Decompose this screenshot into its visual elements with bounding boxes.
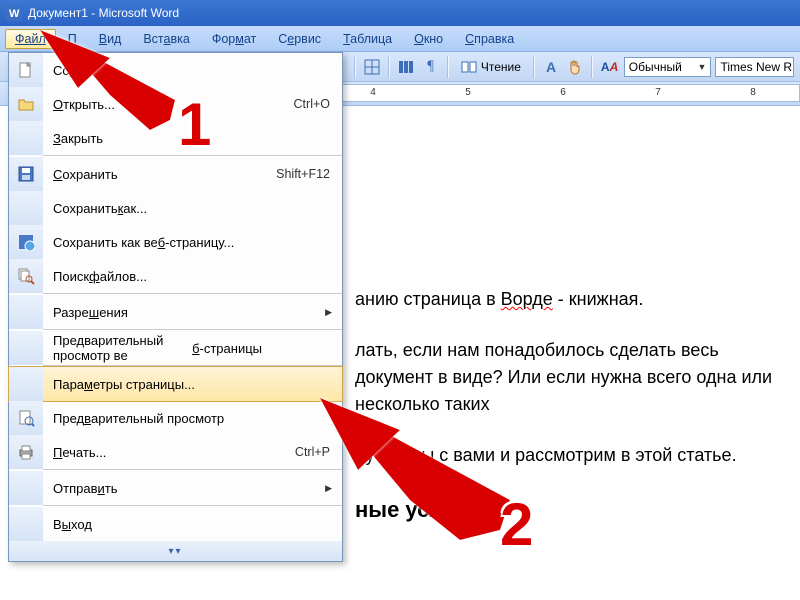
toolbar-separator xyxy=(591,56,593,78)
menu-item-send[interactable]: Отправить xyxy=(9,471,342,505)
doc-paragraph: лучаи мы с вами и рассмотрим в этой стат… xyxy=(355,442,780,469)
save-icon xyxy=(17,165,35,183)
reading-layout-button[interactable]: Чтение xyxy=(455,56,527,78)
print-icon xyxy=(17,443,35,461)
menu-view[interactable]: Вид xyxy=(89,29,132,49)
font-value: Times New R xyxy=(720,60,792,74)
paragraph-icon[interactable]: ¶ xyxy=(421,56,441,78)
doc-heading: ные условия xyxy=(355,493,780,526)
menu-window[interactable]: Окно xyxy=(404,29,453,49)
doc-paragraph: анию страница в Ворде - книжная. xyxy=(355,286,780,313)
title-bar: W Документ1 - Microsoft Word xyxy=(0,0,800,26)
columns-icon[interactable] xyxy=(396,56,416,78)
menu-item-web-preview[interactable]: Предварительный просмотр веб-страницы xyxy=(9,331,342,365)
read-label: Чтение xyxy=(481,60,521,74)
horizontal-ruler[interactable]: 4 5 6 7 8 xyxy=(342,84,800,102)
open-folder-icon xyxy=(17,95,35,113)
menu-item-save-as[interactable]: Сохранить как... xyxy=(9,191,342,225)
annotation-number-2: 2 xyxy=(500,490,533,559)
toolbar-separator xyxy=(533,56,535,78)
ruler-number: 8 xyxy=(750,87,756,98)
menu-item-print-preview[interactable]: Предварительный просмотр xyxy=(9,401,342,435)
ruler-number: 5 xyxy=(465,87,471,98)
word-app-icon: W xyxy=(6,5,22,21)
menu-help[interactable]: Справка xyxy=(455,29,524,49)
hand-icon[interactable] xyxy=(565,56,585,78)
print-preview-icon xyxy=(17,409,35,427)
menu-insert[interactable]: Вставка xyxy=(133,29,199,49)
menu-item-permissions[interactable]: Разрешения xyxy=(9,295,342,329)
toolbar-separator xyxy=(447,56,449,78)
menu-item-open[interactable]: Открыть... Ctrl+O xyxy=(9,87,342,121)
menu-item-close[interactable]: Закрыть xyxy=(9,121,342,155)
annotation-number-1: 1 xyxy=(178,90,211,159)
style-selector[interactable]: Обычный ▼ xyxy=(624,57,712,77)
menu-item-page-setup[interactable]: Параметры страницы... xyxy=(9,367,342,401)
style-aa-icon[interactable]: AA xyxy=(599,56,619,78)
style-value: Обычный xyxy=(629,60,682,74)
menu-expand-chevron[interactable]: ▾▾ xyxy=(9,541,342,561)
menu-bar: Файл П Вид Вставка Формат Сервис Таблица… xyxy=(0,26,800,52)
chevron-down-icon: ▼ xyxy=(698,62,707,72)
tables-borders-icon[interactable] xyxy=(362,56,382,78)
new-doc-icon xyxy=(17,61,35,79)
svg-text:W: W xyxy=(9,8,20,20)
menu-item[interactable]: П xyxy=(58,29,87,49)
menu-item-print[interactable]: Печать... Ctrl+P xyxy=(9,435,342,469)
menu-item-save-as-web[interactable]: Сохранить как веб-страницу... xyxy=(9,225,342,259)
window-title: Документ1 - Microsoft Word xyxy=(28,6,179,20)
ruler-number: 7 xyxy=(655,87,661,98)
menu-item-create[interactable]: Соз xyxy=(9,53,342,87)
search-files-icon xyxy=(17,267,35,285)
menu-item-save[interactable]: Сохранить Shift+F12 xyxy=(9,157,342,191)
doc-paragraph: лать, если нам понадобилось сделать весь… xyxy=(355,337,780,418)
menu-service[interactable]: Сервис xyxy=(268,29,331,49)
menu-table[interactable]: Таблица xyxy=(333,29,402,49)
ruler-number: 4 xyxy=(370,87,376,98)
toolbar-separator xyxy=(354,56,356,78)
font-selector[interactable]: Times New R xyxy=(715,57,794,77)
char-format-a-icon[interactable]: A xyxy=(541,56,561,78)
ruler-number: 6 xyxy=(560,87,566,98)
menu-item-exit[interactable]: Выход xyxy=(9,507,342,541)
menu-format[interactable]: Формат xyxy=(202,29,266,49)
menu-item-file-search[interactable]: Поиск файлов... xyxy=(9,259,342,293)
toolbar-separator xyxy=(388,56,390,78)
save-web-icon xyxy=(17,233,35,251)
file-menu-dropdown: Соз Открыть... Ctrl+O Закрыть Сохранить … xyxy=(8,52,343,562)
menu-file[interactable]: Файл xyxy=(5,29,56,49)
